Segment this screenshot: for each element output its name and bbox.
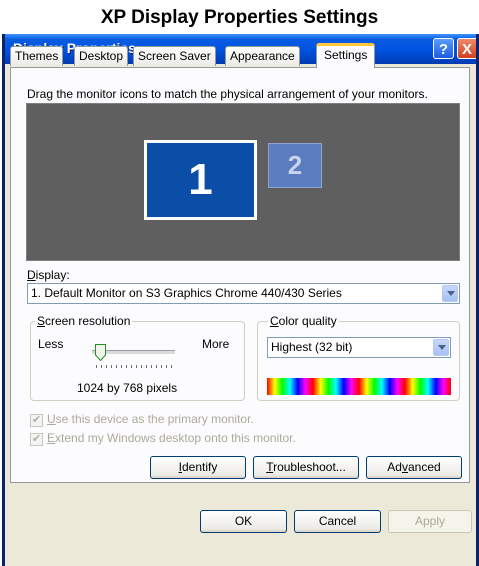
- chevron-down-icon[interactable]: [442, 285, 458, 302]
- display-select-value: 1. Default Monitor on S3 Graphics Chrome…: [31, 286, 342, 300]
- advanced-button[interactable]: Advanced: [366, 456, 462, 479]
- tab-screen-saver[interactable]: Screen Saver: [133, 46, 216, 66]
- ok-button[interactable]: OK: [200, 510, 287, 533]
- primary-monitor-label: Use this device as the primary monitor.: [47, 412, 254, 426]
- color-quality-select[interactable]: Highest (32 bit): [267, 337, 451, 358]
- monitor-1-icon[interactable]: 1: [144, 140, 257, 220]
- tab-desktop[interactable]: Desktop: [74, 46, 129, 66]
- extend-desktop-checkbox[interactable]: ✔: [30, 433, 43, 446]
- tab-themes[interactable]: Themes: [10, 46, 64, 66]
- resolution-value: 1024 by 768 pixels: [77, 381, 178, 395]
- close-button[interactable]: X: [457, 38, 476, 59]
- resolution-slider-thumb[interactable]: [95, 344, 106, 361]
- help-icon: ?: [438, 41, 449, 58]
- figure-caption: XP Display Properties Settings: [100, 7, 379, 28]
- instructions-text: Drag the monitor icons to match the phys…: [27, 87, 428, 101]
- identify-button[interactable]: Identify: [150, 456, 246, 479]
- extend-desktop-label: Extend my Windows desktop onto this moni…: [47, 431, 296, 445]
- troubleshoot-button[interactable]: Troubleshoot...: [253, 456, 359, 479]
- color-quality-title: Color quality: [268, 314, 339, 328]
- display-select[interactable]: 1. Default Monitor on S3 Graphics Chrome…: [27, 283, 460, 304]
- color-quality-value: Highest (32 bit): [271, 340, 353, 354]
- help-button[interactable]: ?: [433, 38, 454, 59]
- chevron-down-icon[interactable]: [433, 339, 449, 356]
- more-label: More: [202, 337, 230, 351]
- monitor-2-icon[interactable]: 2: [268, 143, 322, 188]
- tab-appearance[interactable]: Appearance: [225, 46, 300, 66]
- monitor-arrangement-area[interactable]: 1 2: [26, 103, 460, 261]
- tab-settings[interactable]: Settings: [316, 43, 376, 68]
- less-label: Less: [38, 337, 64, 351]
- cancel-button[interactable]: Cancel: [294, 510, 381, 533]
- primary-monitor-checkbox[interactable]: ✔: [30, 414, 43, 427]
- color-spectrum-bar: [267, 378, 451, 395]
- close-icon: X: [461, 41, 472, 58]
- screen-resolution-title: Screen resolution: [35, 314, 133, 328]
- slider-ticks: [96, 365, 176, 368]
- apply-button[interactable]: Apply: [388, 510, 472, 533]
- display-label: Display:: [27, 268, 70, 282]
